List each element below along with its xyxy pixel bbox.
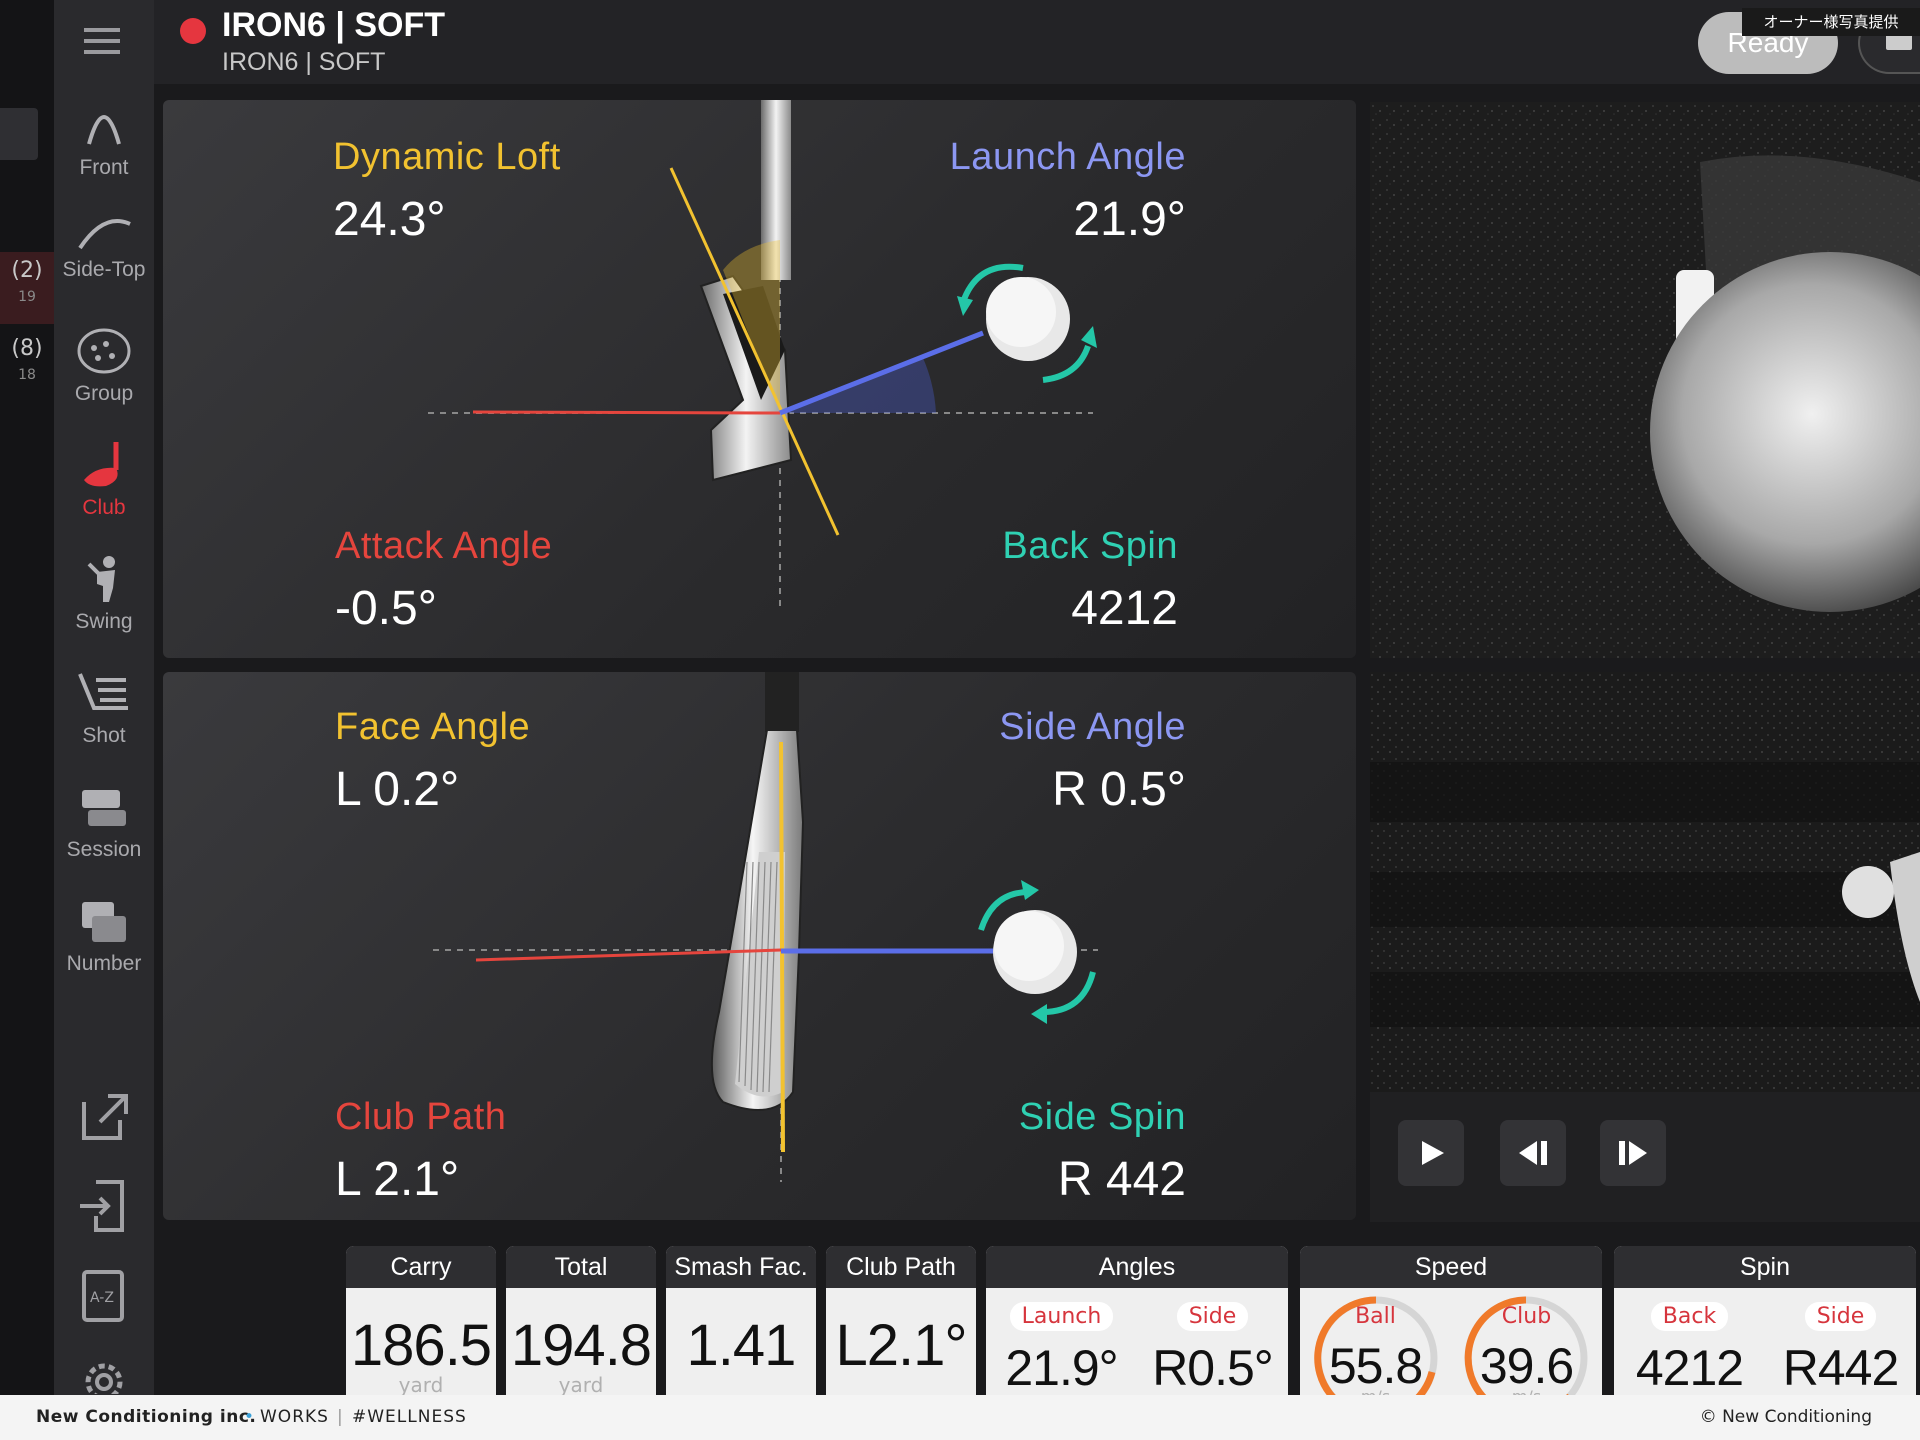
footer-copyright: © New Conditioning: [1699, 1407, 1872, 1427]
nav-session[interactable]: Session: [54, 782, 154, 892]
strip-tab[interactable]: [0, 108, 38, 160]
footer-separator: |: [337, 1407, 343, 1427]
dynamic-loft-value: 24.3°: [333, 193, 446, 246]
club-path-value: L 2.1°: [335, 1153, 460, 1206]
nav-shot[interactable]: Shot: [54, 668, 154, 778]
speed-club-label: Club: [1501, 1304, 1552, 1329]
spin-label: Spin: [1614, 1246, 1916, 1288]
spin-side-label: Side: [1804, 1302, 1877, 1331]
nav-club-label: Club: [82, 496, 126, 519]
angles-side-value: R0.5°: [1152, 1340, 1274, 1396]
left-strip: (2) 19 (8) 18: [0, 0, 54, 1395]
spin-back-label: Back: [1650, 1302, 1729, 1331]
nav-club[interactable]: Club: [54, 440, 154, 550]
nav-number[interactable]: Number: [54, 896, 154, 1006]
strip-count: (8): [11, 336, 43, 361]
nav-swing[interactable]: Swing: [54, 554, 154, 664]
total-value: 194.8: [510, 1313, 652, 1378]
strip-item-1[interactable]: (2) 19: [0, 252, 54, 324]
side-angle-label: Side Angle: [999, 706, 1186, 748]
dynamic-loft-label: Dynamic Loft: [333, 136, 561, 178]
footer-tag[interactable]: #WELLNESS: [352, 1395, 467, 1440]
step-back-icon: [1519, 1141, 1547, 1165]
club-path-label: Club Path: [335, 1096, 507, 1138]
angles-side-label: Side: [1176, 1302, 1249, 1331]
nav-number-label: Number: [66, 952, 142, 975]
step-forward-button[interactable]: [1600, 1120, 1666, 1186]
strip-sub: 19: [18, 289, 36, 305]
nav-front[interactable]: Front: [54, 100, 154, 210]
page-subtitle: IRON6 | SOFT: [222, 48, 386, 76]
club-path-card-label: Club Path: [826, 1246, 976, 1288]
menu-icon[interactable]: [84, 24, 124, 60]
speed-ball-label: Ball: [1355, 1304, 1396, 1329]
side-spin-value: R 442: [1057, 1153, 1186, 1206]
page-title: IRON6 | SOFT: [222, 6, 445, 44]
nav-session-label: Session: [66, 838, 142, 861]
step-back-button[interactable]: [1500, 1120, 1566, 1186]
spin-back-value: 4212: [1635, 1340, 1744, 1396]
nav-group-label: Group: [74, 382, 134, 405]
attack-angle-label: Attack Angle: [335, 525, 553, 567]
top-analysis-panel: Dynamic Loft 24.3° Launch Angle 21.9° At…: [163, 100, 1356, 658]
settings-icon[interactable]: [74, 1352, 134, 1394]
footer-dot: •: [244, 1407, 255, 1427]
carry-value: 186.5: [350, 1313, 492, 1378]
attack-angle-value: -0.5°: [335, 582, 437, 635]
spin-side-value: R442: [1782, 1340, 1900, 1396]
carry-label: Carry: [346, 1246, 496, 1288]
play-icon: [1422, 1141, 1444, 1165]
status-dot: [180, 18, 206, 44]
speed-label: Speed: [1300, 1246, 1602, 1288]
nav-front-label: Front: [79, 156, 129, 179]
face-angle-value: L 0.2°: [335, 763, 460, 816]
angles-launch-value: 21.9°: [1005, 1340, 1118, 1396]
strip-sub: 18: [18, 367, 36, 383]
smash-label: Smash Fac.: [666, 1246, 816, 1288]
face-angle-label: Face Angle: [335, 706, 531, 748]
nav-shot-label: Shot: [82, 724, 126, 747]
import-icon[interactable]: [74, 1176, 134, 1236]
photo-credit: オーナー様写真提供: [1742, 8, 1920, 36]
step-forward-icon: [1619, 1141, 1647, 1165]
loft-diagram: [428, 100, 1097, 610]
strip-item-2[interactable]: (8) 18: [0, 330, 54, 402]
smash-value: 1.41: [686, 1313, 797, 1378]
nav-side-top[interactable]: Side-Top: [54, 212, 154, 322]
camera-view-bottom: [1370, 672, 1920, 1092]
launch-angle-label: Launch Angle: [949, 136, 1186, 178]
total-label: Total: [506, 1246, 656, 1288]
nav-group[interactable]: Group: [54, 326, 154, 436]
back-spin-label: Back Spin: [1002, 525, 1178, 567]
back-spin-value: 4212: [1071, 582, 1178, 635]
play-button[interactable]: [1398, 1120, 1464, 1186]
swing-icon: [87, 556, 115, 602]
launch-angle-value: 21.9°: [1073, 193, 1186, 246]
angles-launch-label: Launch: [1009, 1302, 1114, 1331]
footer-company: New Conditioning inc.: [36, 1407, 257, 1427]
shot-icon: [78, 673, 128, 710]
side-angle-value: R 0.5°: [1052, 763, 1186, 816]
club-icon: [84, 442, 119, 487]
svg-text:A-Z: A-Z: [90, 1290, 114, 1306]
dictionary-icon[interactable]: A-Z: [74, 1266, 134, 1326]
group-icon: [77, 328, 131, 374]
footer-works[interactable]: WORKS: [260, 1395, 329, 1440]
strip-count: (2): [11, 258, 43, 283]
session-icon: [82, 790, 126, 826]
export-icon[interactable]: [74, 1086, 134, 1146]
front-arc-icon: [87, 115, 121, 145]
nav-swing-label: Swing: [75, 610, 133, 633]
side-top-arc-icon: [78, 219, 131, 250]
side-spin-label: Side Spin: [1018, 1096, 1186, 1138]
number-icon: [82, 902, 126, 942]
bottom-analysis-panel: Face Angle L 0.2° Side Angle R 0.5° Club…: [163, 672, 1356, 1220]
camera-view-top: [1370, 102, 1920, 658]
nav-side-top-label: Side-Top: [62, 258, 146, 281]
club-path-card-value: L2.1°: [835, 1313, 967, 1378]
footer: New Conditioning inc. • WORKS | #WELLNES…: [0, 1395, 1920, 1440]
angles-label: Angles: [986, 1246, 1288, 1288]
